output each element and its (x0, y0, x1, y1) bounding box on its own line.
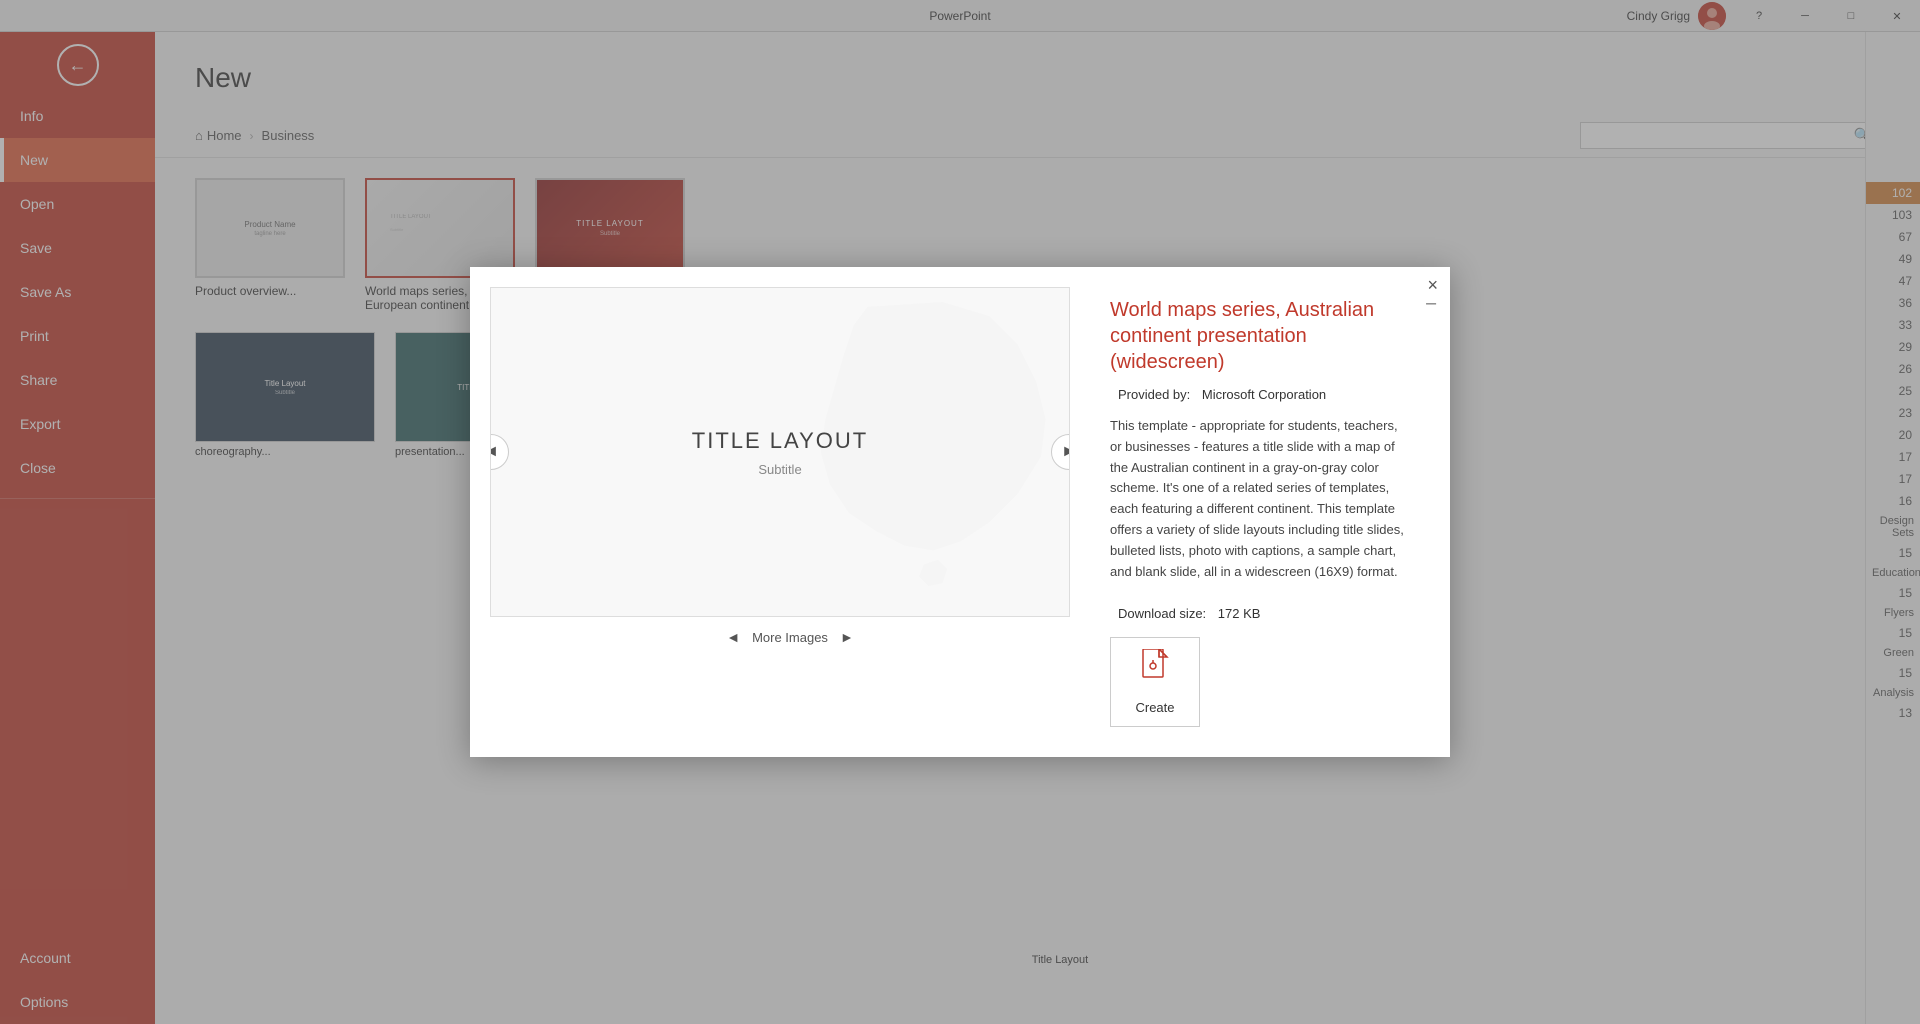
images-next-button[interactable]: ► (840, 629, 854, 645)
modal-template-title: World maps series, Australian continent … (1110, 297, 1410, 375)
modal-info-section: World maps series, Australian continent … (1090, 287, 1430, 737)
modal-body: TITLE LAYOUT Subtitle ◄ ► ◄ More Images … (470, 267, 1450, 757)
download-size-value: 172 KB (1218, 606, 1261, 621)
provider-name: Microsoft Corporation (1202, 387, 1326, 402)
images-prev-button[interactable]: ◄ (726, 629, 740, 645)
preview-nav-left[interactable]: ◄ (490, 434, 509, 470)
modal-preview-section: TITLE LAYOUT Subtitle ◄ ► ◄ More Images … (490, 287, 1090, 737)
modal-images-bar: ◄ More Images ► (490, 617, 1090, 657)
modal-provider: Provided by: Microsoft Corporation (1110, 387, 1410, 402)
modal-close-button[interactable]: × (1427, 275, 1438, 296)
download-label: Download size: (1118, 606, 1206, 621)
modal-pin-button[interactable]: ─ (1426, 295, 1436, 311)
preview-subtitle: Subtitle (692, 462, 868, 477)
create-label: Create (1135, 700, 1174, 715)
modal-dialog: × ─ TITLE LAYOUT Subtitle (470, 267, 1450, 757)
modal-preview-area: TITLE LAYOUT Subtitle ◄ ► (490, 287, 1070, 617)
more-images-label: More Images (752, 630, 828, 645)
preview-content: TITLE LAYOUT Subtitle (692, 428, 868, 477)
modal-description: This template - appropriate for students… (1110, 416, 1410, 590)
provider-label: Provided by: (1118, 387, 1190, 402)
create-icon (1139, 649, 1171, 692)
modal-overlay: × ─ TITLE LAYOUT Subtitle (0, 0, 1920, 1024)
create-button[interactable]: Create (1110, 637, 1200, 727)
modal-download-size: Download size: 172 KB (1110, 606, 1410, 621)
preview-title: TITLE LAYOUT (692, 428, 868, 454)
